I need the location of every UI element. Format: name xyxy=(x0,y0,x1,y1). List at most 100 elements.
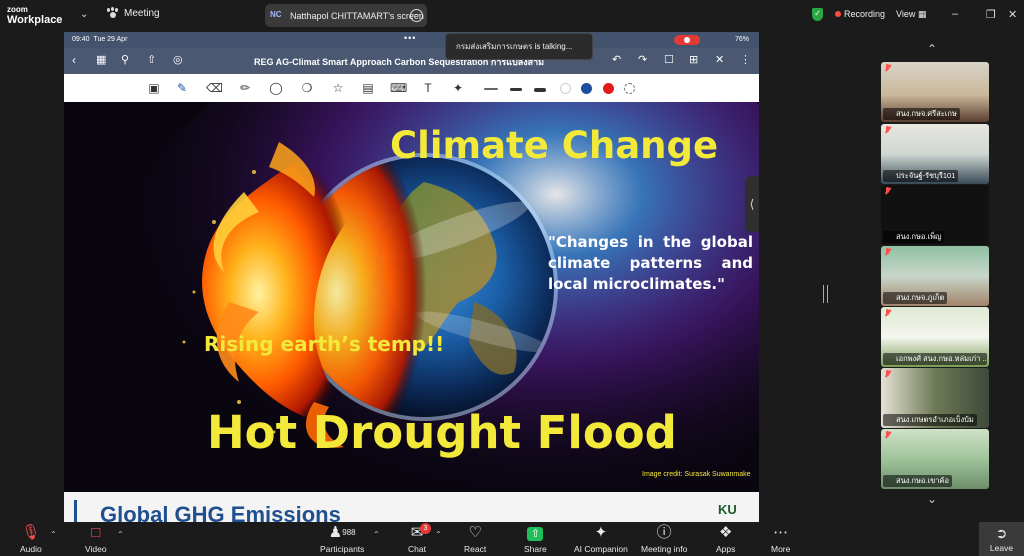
search-icon[interactable]: ⚲ xyxy=(121,53,129,66)
meeting-button[interactable]: Meeting xyxy=(106,7,160,19)
pen-toolbar: ▣ ✎ ⌫ ✏ ◯ ❍ ☆ ▤ ⌨ T ✦ xyxy=(64,74,759,102)
participant-name: ประจันฐ์-รัชบุรี101 xyxy=(883,170,959,182)
thick-stroke-option[interactable] xyxy=(534,88,546,92)
text-icon[interactable]: T xyxy=(420,80,436,96)
presentation-slide: Climate Change "Changes in the global cl… xyxy=(64,102,759,492)
redo-icon[interactable]: ↷ xyxy=(638,53,647,66)
keyboard-icon[interactable]: ⌨ xyxy=(390,80,407,96)
video-options-caret-icon[interactable]: ⌃ xyxy=(117,530,124,539)
shapes-icon[interactable]: ◯ xyxy=(268,80,284,96)
participant-tile[interactable]: สนง.เกษตรอำเภอเบ็งบ้ม xyxy=(881,368,989,428)
ai-companion-button[interactable]: ✦ AI Companion xyxy=(574,524,628,554)
muted-mic-icon xyxy=(884,187,892,195)
color-blue-swatch[interactable] xyxy=(581,83,592,94)
close-icon[interactable]: ✕ xyxy=(1008,8,1017,21)
muted-mic-icon xyxy=(884,309,892,317)
add-color-icon[interactable] xyxy=(624,83,635,94)
restore-icon[interactable]: ❐ xyxy=(986,8,996,21)
recording-indicator[interactable]: Recording xyxy=(835,9,885,19)
lasso-icon[interactable]: ❍ xyxy=(299,80,315,96)
image-icon[interactable]: ▤ xyxy=(360,80,376,96)
close-tools-icon[interactable]: ✕ xyxy=(715,53,724,66)
participant-tile[interactable]: สนง.กษอ.เพ็ญ xyxy=(881,185,989,245)
lasso-select-icon[interactable]: ▣ xyxy=(146,80,162,96)
info-icon: ⓘ xyxy=(656,524,672,541)
collapse-panel-handle[interactable]: ⟨ xyxy=(745,176,759,232)
apps-grid-icon: ❖ xyxy=(718,524,733,541)
microphone-icon[interactable]: ◎ xyxy=(173,53,183,66)
muted-mic-icon xyxy=(884,370,892,378)
chat-button[interactable]: ✉ 3 Chat xyxy=(408,523,431,554)
sticker-icon[interactable]: ☆ xyxy=(330,80,346,96)
participants-caret-icon[interactable]: ⌃ xyxy=(373,530,380,539)
slide-image-credit: Image credit: Surasak Suwanmake xyxy=(642,471,751,478)
view-button[interactable]: View ▦ xyxy=(896,9,926,20)
participant-tile[interactable]: สนง.กษจ.ศรีสะเกษ xyxy=(881,62,989,122)
slide-title: Climate Change xyxy=(390,124,719,167)
undo-icon[interactable]: ↶ xyxy=(612,53,621,66)
chevron-down-icon[interactable]: ⌄ xyxy=(80,9,88,20)
paw-icon xyxy=(106,7,118,19)
more-icon[interactable]: ⋮ xyxy=(740,53,751,66)
bookmark-icon[interactable]: ☐ xyxy=(664,53,674,66)
gallery-scroll-up-icon[interactable]: ⌃ xyxy=(927,42,937,56)
participant-name: สนง.กษอ.เพ็ญ xyxy=(883,231,945,243)
chat-caret-icon[interactable]: ⌃ xyxy=(435,530,442,539)
video-off-icon: □ xyxy=(91,524,101,541)
participant-tile[interactable]: เอกพงศ์ สนง.กษอ.หล่มเก่า ... xyxy=(881,307,989,367)
back-icon[interactable]: ‹ xyxy=(72,53,76,67)
more-options-icon[interactable]: ··· xyxy=(410,9,423,22)
eraser-icon[interactable]: ⌫ xyxy=(206,80,223,96)
muted-mic-icon xyxy=(884,126,892,134)
medium-stroke-option[interactable] xyxy=(510,88,522,91)
highlighter-icon[interactable]: ✏ xyxy=(237,80,253,96)
screen-share-pill[interactable]: NC Natthapol CHITTAMART's screen ··· xyxy=(265,4,427,27)
add-page-icon[interactable]: ⊞ xyxy=(689,53,698,66)
ipad-status-bar: 09:40 Tue 29 Apr ••• 76% xyxy=(64,32,759,48)
gallery-scroll-down-icon[interactable]: ⌄ xyxy=(927,492,937,506)
leave-button[interactable]: ➲ Leave xyxy=(979,522,1024,556)
meeting-label: Meeting xyxy=(124,7,160,19)
audio-label: Audio xyxy=(20,544,42,554)
color-white-swatch[interactable] xyxy=(560,83,571,94)
next-slide-heading: Global GHG Emissions xyxy=(100,502,341,522)
muted-mic-icon xyxy=(884,431,892,439)
grid-icon[interactable]: ▦ xyxy=(96,53,106,66)
react-label: React xyxy=(464,544,487,554)
participant-name: สนง.กษอ.เขาค้อ xyxy=(883,475,952,487)
gallery-resize-handle[interactable] xyxy=(823,285,828,303)
audio-options-caret-icon[interactable]: ⌃ xyxy=(50,530,57,539)
pen-icon[interactable]: ✎ xyxy=(174,80,190,96)
laser-pointer-icon[interactable]: ✦ xyxy=(450,80,466,96)
meeting-info-button[interactable]: ⓘ Meeting info xyxy=(641,524,687,554)
more-button[interactable]: ⋯ More xyxy=(771,524,790,554)
participants-button[interactable]: ♟988 Participants xyxy=(320,524,364,554)
meeting-info-label: Meeting info xyxy=(641,544,688,554)
slide-quote: "Changes in the global climate patterns … xyxy=(548,233,753,293)
more-icon: ⋯ xyxy=(773,524,789,541)
participant-tile[interactable]: สนง.กษจ.ภูเก็ต xyxy=(881,246,989,306)
minimize-icon[interactable]: – xyxy=(952,8,958,20)
video-button[interactable]: □ Video xyxy=(85,524,107,554)
color-red-swatch[interactable] xyxy=(603,83,614,94)
participant-name: สนง.กษจ.ศรีสะเกษ xyxy=(883,108,960,120)
participant-tile[interactable]: ประจันฐ์-รัชบุรี101 xyxy=(881,124,989,184)
react-button[interactable]: ♡ React xyxy=(464,524,486,554)
participant-name: สนง.กษจ.ภูเก็ต xyxy=(883,292,948,304)
security-shield-icon[interactable]: ✓ xyxy=(812,8,823,21)
share-screen-icon: ⇧ xyxy=(524,524,547,542)
next-slide-accent-bar xyxy=(74,500,77,522)
participant-name: เอกพงศ์ สนง.กษอ.หล่มเก่า ... xyxy=(883,353,987,365)
participants-icon: ♟988 xyxy=(328,524,356,541)
heart-icon: ♡ xyxy=(468,524,482,541)
recording-label: Recording xyxy=(844,9,886,19)
audio-button[interactable]: 🎙 Audio xyxy=(20,524,42,554)
ai-companion-label: AI Companion xyxy=(574,544,628,554)
share-icon[interactable]: ⇧ xyxy=(147,53,156,66)
participant-tile[interactable]: สนง.กษอ.เขาค้อ xyxy=(881,429,989,489)
zoom-logo: zoom Workplace xyxy=(7,5,62,26)
thin-stroke-option[interactable] xyxy=(484,88,498,90)
apps-button[interactable]: ❖ Apps xyxy=(716,524,735,554)
share-button[interactable]: ⇧ Share xyxy=(524,524,547,554)
top-bar: zoom Workplace ⌄ Meeting NC Natthapol CH… xyxy=(0,0,1024,30)
